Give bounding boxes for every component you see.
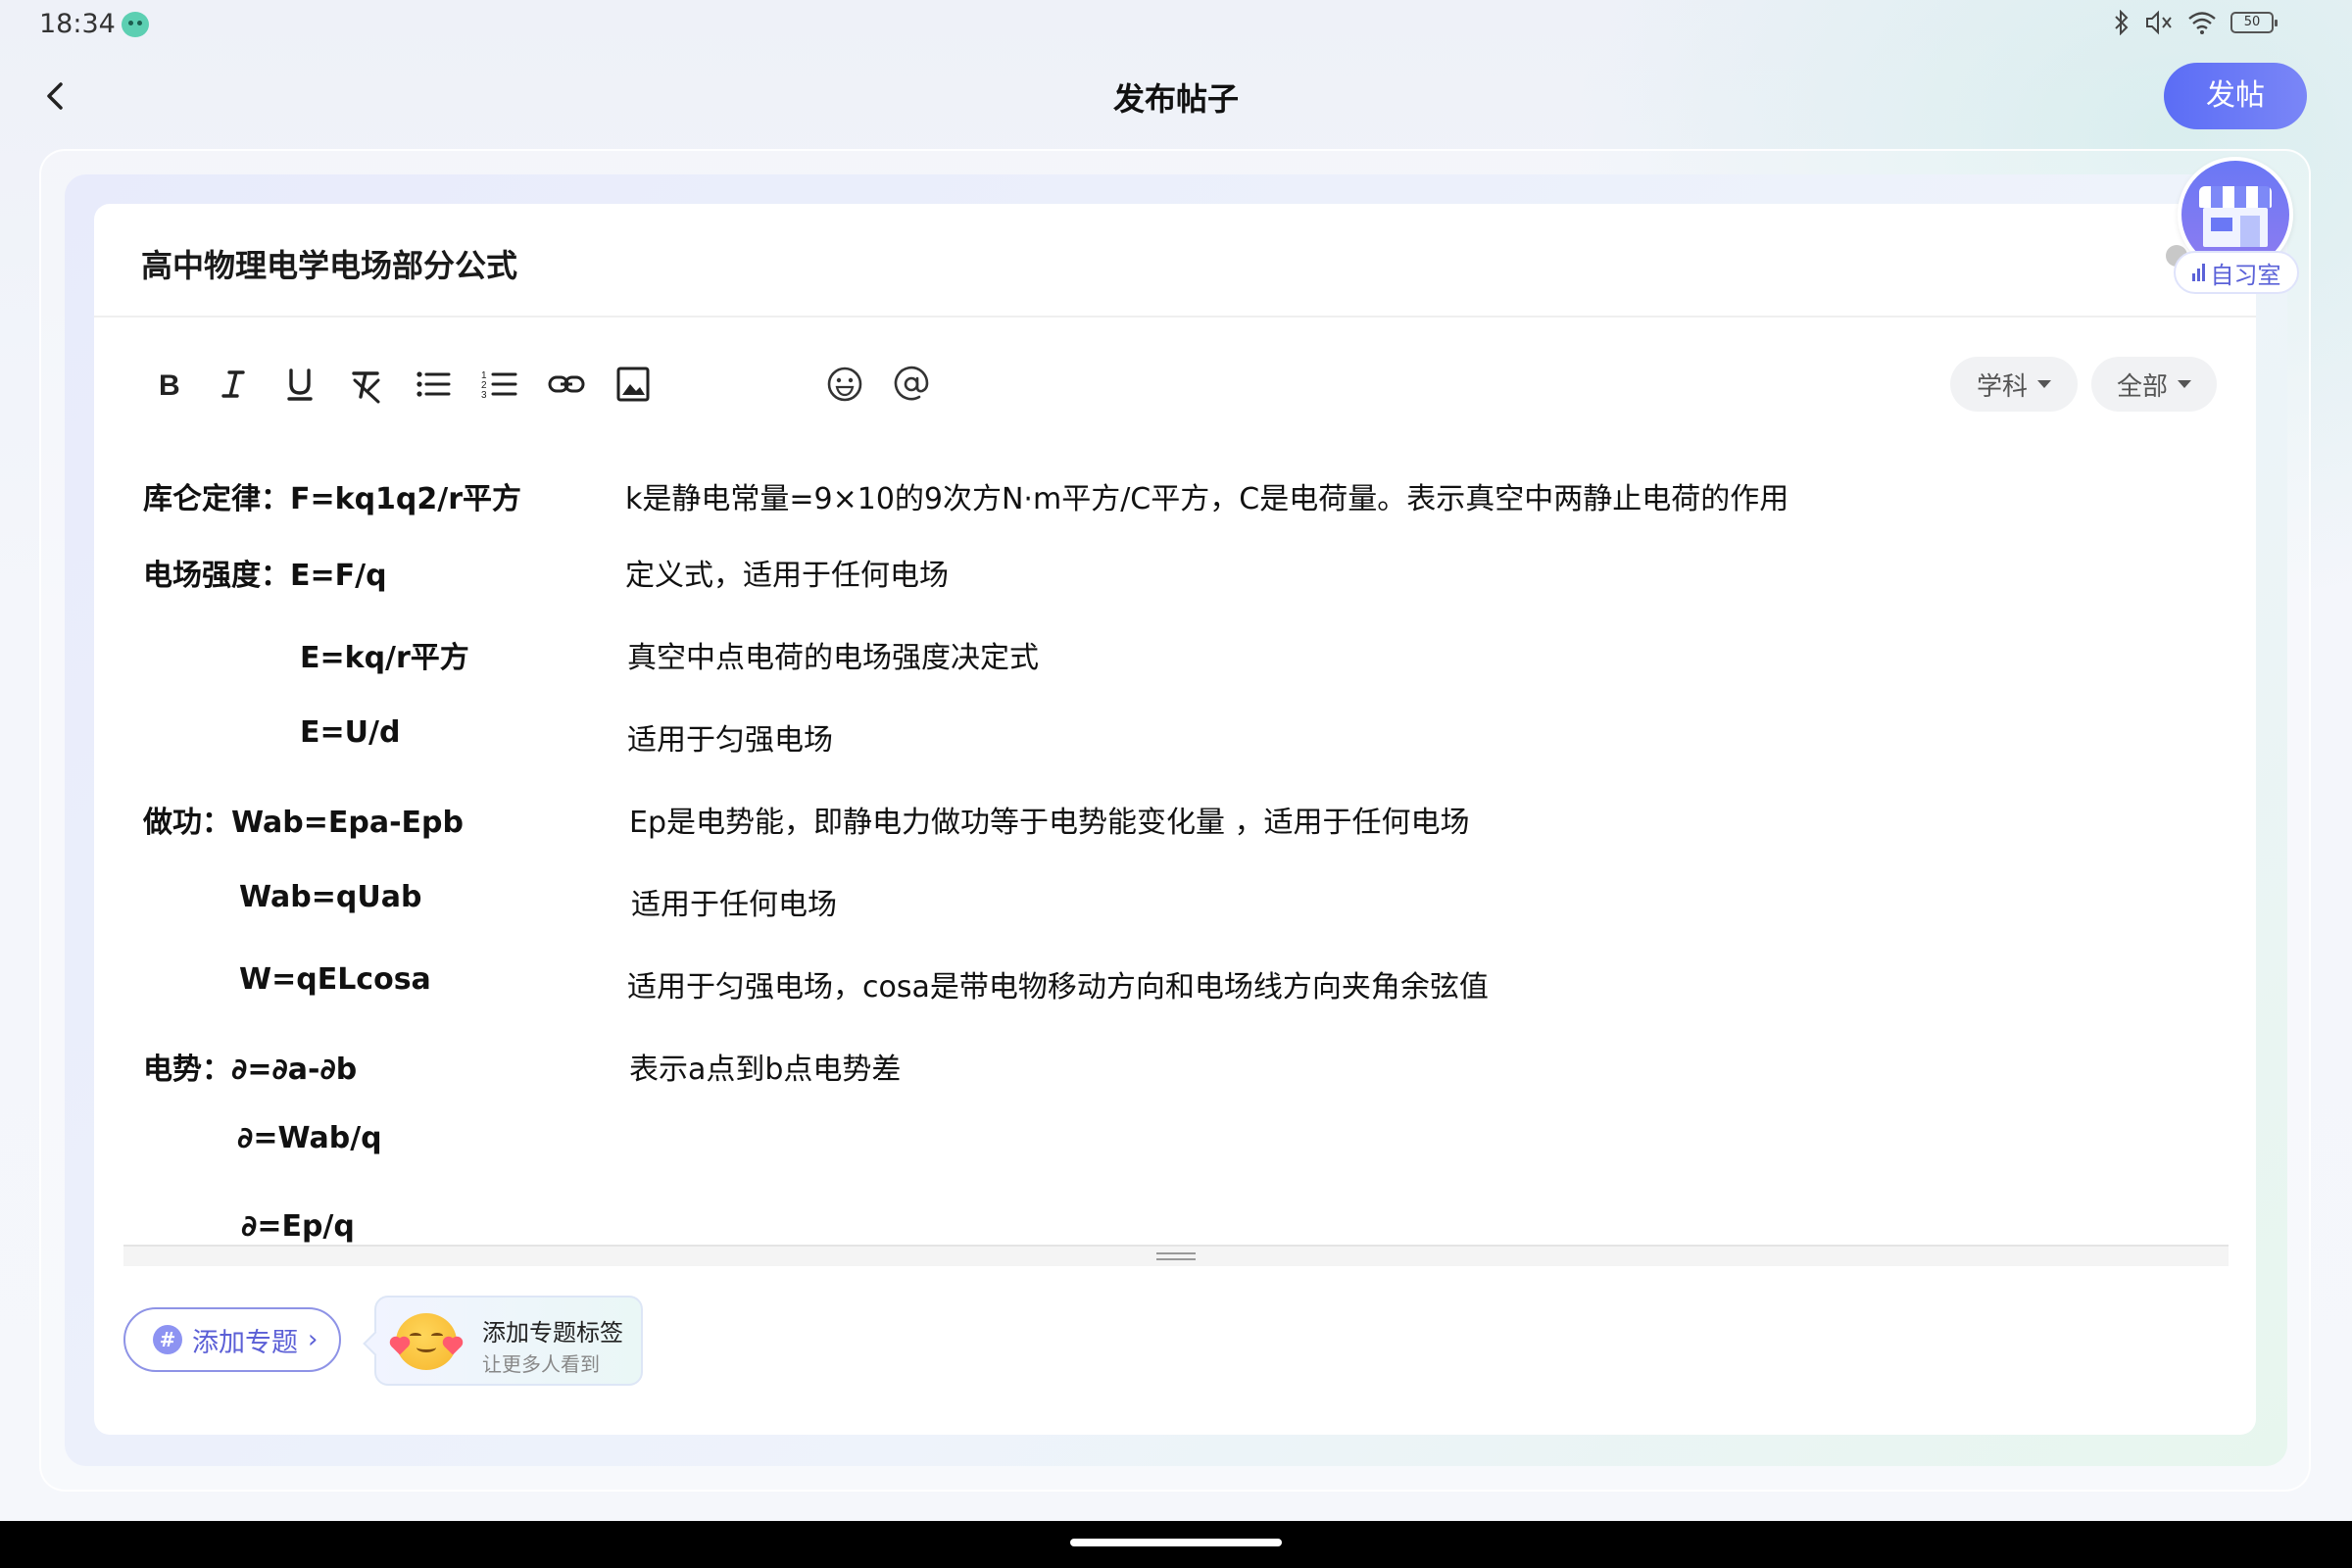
clear-format-icon[interactable] (345, 357, 388, 412)
status-time: 18:34 (39, 9, 116, 39)
wifi-icon (2188, 12, 2216, 34)
formula-line: 电势：∂=∂a-∂b (143, 1053, 358, 1087)
add-topic-label: 添加专题 (192, 1327, 298, 1358)
study-room-label: 自习室 (2210, 261, 2281, 289)
note-line: k是静电常量=9×10的9次方N·m平方/C平方，C是电荷量。表示真空中两静止电… (625, 482, 1789, 516)
formula-line: 做功：Wab=Epa-Epb (143, 806, 464, 840)
signal-bars-icon (2191, 264, 2205, 281)
note-line: Ep是电势能，即静电力做功等于电势能变化量 ，适用于任何电场 (629, 806, 1470, 840)
drag-handle-icon[interactable] (1156, 1252, 1196, 1260)
formula-line: Wab=qUab (239, 880, 422, 914)
formula-line: 库仑定律：F=kq1q2/r平方 (143, 482, 522, 516)
note-line: 定义式，适用于任何电场 (625, 559, 949, 593)
note-line: 真空中点电荷的电场强度决定式 (627, 641, 1039, 675)
topic-tip-bubble: 添加专题标签 让更多人看到 (374, 1296, 643, 1386)
subject-select-label: 学科 (1976, 371, 2028, 402)
home-indicator[interactable] (1070, 1539, 1282, 1546)
scope-select[interactable]: 全部 (2091, 357, 2217, 412)
numbered-list-icon[interactable]: 123 (478, 357, 521, 412)
status-bar: 18:34 50 (0, 0, 2352, 49)
hugging-emoji-icon (391, 1313, 462, 1370)
formula-line: ∂=Wab/q (237, 1121, 382, 1155)
note-line: 适用于匀强电场 (627, 723, 833, 758)
formula-line: W=qELcosa (239, 962, 431, 997)
battery-icon: 50 (2230, 12, 2278, 33)
scope-select-label: 全部 (2116, 371, 2168, 402)
bold-icon[interactable]: B (147, 357, 190, 412)
image-icon[interactable] (612, 357, 655, 412)
formula-line: 电场强度：E=F/q (143, 559, 387, 593)
svg-text:B: B (159, 369, 180, 402)
svg-text:3: 3 (481, 390, 487, 401)
note-line: 适用于匀强电场，cosa是带电物移动方向和电场线方向夹角余弦值 (627, 970, 1489, 1004)
formula-line: E=U/d (300, 715, 401, 750)
tip-subtitle: 让更多人看到 (482, 1352, 600, 1376)
tip-title: 添加专题标签 (482, 1319, 623, 1347)
page-title: 发布帖子 (1112, 80, 1239, 118)
publish-button[interactable]: 发帖 (2164, 63, 2307, 129)
study-room-button[interactable]: 自习室 (2174, 251, 2299, 294)
add-topic-button[interactable]: # 添加专题 › (123, 1307, 341, 1372)
caret-down-icon (2037, 380, 2051, 388)
link-icon[interactable] (545, 357, 588, 412)
subject-select[interactable]: 学科 (1950, 357, 2078, 412)
emoji-icon[interactable] (823, 357, 866, 412)
note-line: 适用于任何电场 (631, 888, 837, 922)
bullet-list-icon[interactable] (412, 357, 455, 412)
chevron-right-icon: › (308, 1325, 318, 1354)
underline-icon[interactable] (278, 357, 321, 412)
app-notification-icon (122, 12, 149, 37)
shop-roof-icon (2199, 186, 2272, 208)
mention-icon[interactable] (890, 357, 933, 412)
mute-icon (2146, 10, 2172, 35)
italic-icon[interactable] (212, 357, 255, 412)
formula-line: ∂=Ep/q (241, 1209, 355, 1244)
title-divider (94, 316, 2256, 318)
formula-line: E=kq/r平方 (300, 641, 469, 675)
shop-sign-icon (2211, 218, 2232, 231)
hashtag-icon: # (153, 1325, 182, 1354)
bluetooth-icon (2115, 10, 2129, 35)
caret-down-icon (2178, 380, 2191, 388)
shop-door-icon (2240, 216, 2260, 247)
post-title-input[interactable]: 高中物理电学电场部分公式 (141, 241, 517, 286)
status-icons: 50 (2113, 10, 2278, 35)
note-line: 表示a点到b点电势差 (629, 1053, 902, 1087)
